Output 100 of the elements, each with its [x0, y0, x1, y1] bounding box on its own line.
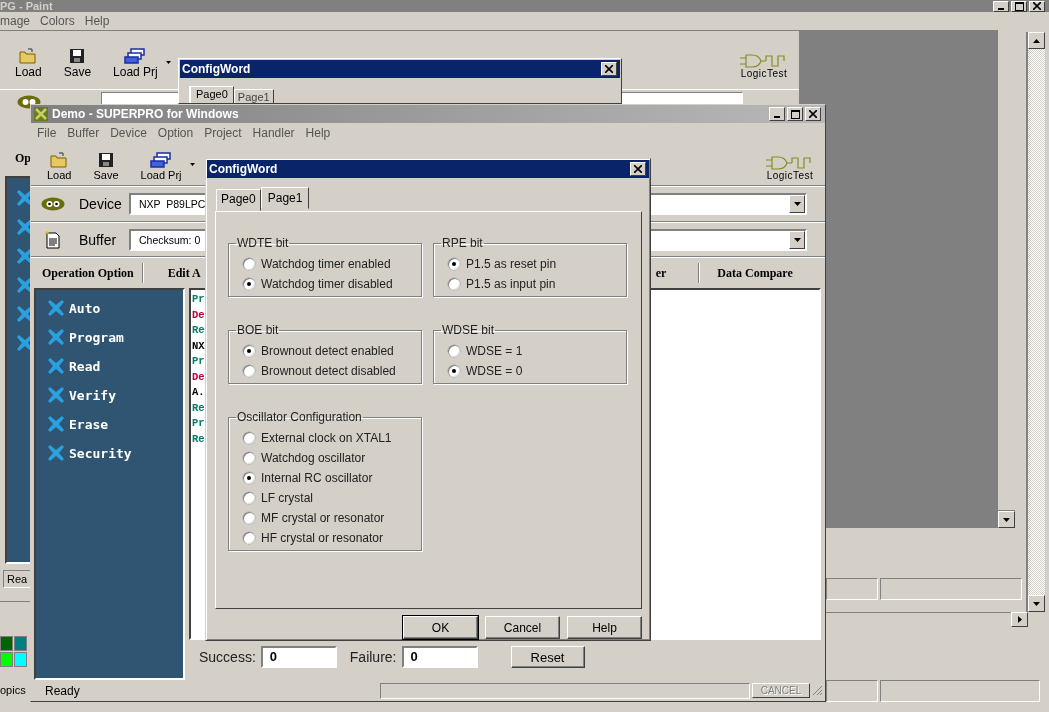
log-line: De: [192, 307, 205, 323]
status-text: opics: [0, 684, 26, 696]
menu-item[interactable]: Option: [157, 126, 194, 140]
success-count-field[interactable]: 0: [260, 646, 337, 668]
vertical-scrollbar[interactable]: [1026, 32, 1045, 612]
menu-item[interactable]: Device: [110, 126, 147, 140]
tab[interactable]: Operation Option: [42, 265, 134, 281]
eye-icon: [41, 197, 65, 211]
group-title: WDSE bit: [441, 323, 495, 337]
horizontal-scrollbar[interactable]: [826, 612, 1028, 627]
color-swatch[interactable]: [0, 652, 13, 667]
option-label[interactable]: WDSE = 1: [466, 344, 523, 358]
option-label[interactable]: LF crystal: [261, 491, 313, 505]
radio-button[interactable]: [243, 492, 255, 504]
close-button[interactable]: [805, 107, 821, 121]
operation-item[interactable]: Verify: [48, 385, 183, 405]
toolbar-button[interactable]: Save: [89, 152, 123, 181]
option-label[interactable]: Brownout detect disabled: [261, 364, 396, 378]
operation-item[interactable]: Auto: [48, 298, 183, 318]
reset-button[interactable]: Reset: [510, 646, 585, 668]
radio-button[interactable]: [243, 258, 255, 270]
caret-icon[interactable]: [189, 162, 195, 166]
option-label[interactable]: WDSE = 0: [466, 364, 523, 378]
radio-button[interactable]: [243, 345, 255, 357]
tab[interactable]: Page0: [216, 189, 261, 211]
tab[interactable]: Page0: [189, 86, 234, 103]
column-header[interactable]: Op: [15, 150, 31, 166]
log-line: A.: [192, 385, 205, 400]
menu-item[interactable]: Help: [305, 126, 331, 140]
toolbar-button[interactable]: Load: [43, 152, 76, 181]
color-swatch[interactable]: [14, 652, 27, 667]
toolbar-button[interactable]: Load: [11, 48, 46, 79]
option-label[interactable]: Watchdog oscillator: [261, 451, 366, 465]
operation-item[interactable]: Security: [48, 443, 183, 463]
menu-item[interactable]: Handler: [252, 126, 295, 140]
radio-button[interactable]: [243, 432, 255, 444]
minimize-button[interactable]: [993, 0, 1009, 12]
cross-icon: [48, 329, 64, 345]
dropdown-arrow-icon: [793, 202, 801, 206]
window-title: Demo - SUPERPRO for Windows: [52, 107, 239, 121]
field-label: Buffer: [78, 232, 118, 248]
radio-button[interactable]: [243, 532, 255, 544]
option-label[interactable]: Watchdog timer disabled: [261, 277, 393, 291]
radio-button[interactable]: [448, 258, 460, 270]
close-icon: [809, 110, 817, 118]
option-label[interactable]: Brownout detect enabled: [261, 344, 394, 358]
option-label[interactable]: P1.5 as input pin: [466, 277, 556, 291]
caret-icon[interactable]: [165, 60, 171, 64]
group-title: BOE bit: [236, 323, 280, 337]
cross-icon: [48, 416, 64, 432]
menu-item[interactable]: Project: [204, 126, 242, 140]
close-button[interactable]: [601, 62, 617, 76]
right-arrow-icon: [1017, 616, 1022, 623]
status-text: Ready: [45, 683, 80, 698]
radio-button[interactable]: [243, 278, 255, 290]
operation-item[interactable]: Program: [48, 327, 183, 347]
failure-count-field[interactable]: 0: [401, 646, 478, 668]
folder-icon: [19, 48, 38, 64]
option-label[interactable]: P1.5 as reset pin: [466, 257, 557, 271]
maximize-button[interactable]: [787, 107, 803, 121]
maximize-button[interactable]: [1011, 0, 1027, 12]
window-title: PG - Paint: [0, 0, 53, 12]
radio-button[interactable]: [243, 512, 255, 524]
close-button[interactable]: [630, 162, 646, 176]
field-label: Failure:: [349, 649, 397, 665]
tab[interactable]: Edit A: [167, 265, 201, 281]
tab[interactable]: er: [655, 265, 667, 281]
menu-item[interactable]: Colors: [40, 14, 75, 28]
menu-item[interactable]: Buffer: [67, 126, 100, 140]
tab[interactable]: Data Compare: [717, 265, 793, 281]
tab[interactable]: Page1: [260, 187, 310, 209]
menu-item[interactable]: Help: [84, 14, 110, 28]
option-label[interactable]: External clock on XTAL1: [261, 431, 392, 445]
color-swatch[interactable]: [0, 636, 13, 651]
radio-button[interactable]: [243, 365, 255, 377]
dialog-button[interactable]: OK: [403, 616, 478, 639]
radio-button[interactable]: [448, 345, 460, 357]
dialog-button[interactable]: Help: [567, 616, 642, 639]
close-button[interactable]: [1029, 0, 1045, 12]
operation-item[interactable]: Erase: [48, 414, 183, 434]
down-arrow-icon: [1033, 601, 1040, 606]
tab[interactable]: Page1: [233, 89, 274, 103]
radio-button[interactable]: [448, 365, 460, 377]
menu-item[interactable]: mage: [0, 14, 31, 28]
option-label[interactable]: MF crystal or resonator: [261, 511, 385, 525]
radio-button[interactable]: [448, 278, 460, 290]
radio-button[interactable]: [243, 452, 255, 464]
color-swatch[interactable]: [14, 636, 27, 651]
operation-item[interactable]: Read: [48, 356, 183, 376]
dialog-button[interactable]: Cancel: [485, 616, 560, 639]
radio-button[interactable]: [243, 472, 255, 484]
toolbar-button[interactable]: Load Prj: [136, 152, 186, 181]
option-label[interactable]: Internal RC oscillator: [261, 471, 373, 485]
menu-item[interactable]: File: [37, 126, 57, 140]
toolbar-button[interactable]: Load Prj: [109, 48, 162, 79]
group-title: Oscillator Configuration: [236, 410, 363, 424]
toolbar-button[interactable]: Save: [59, 48, 96, 79]
minimize-button[interactable]: [769, 107, 785, 121]
option-label[interactable]: Watchdog timer enabled: [261, 257, 391, 271]
option-label[interactable]: HF crystal or resonator: [261, 531, 384, 545]
